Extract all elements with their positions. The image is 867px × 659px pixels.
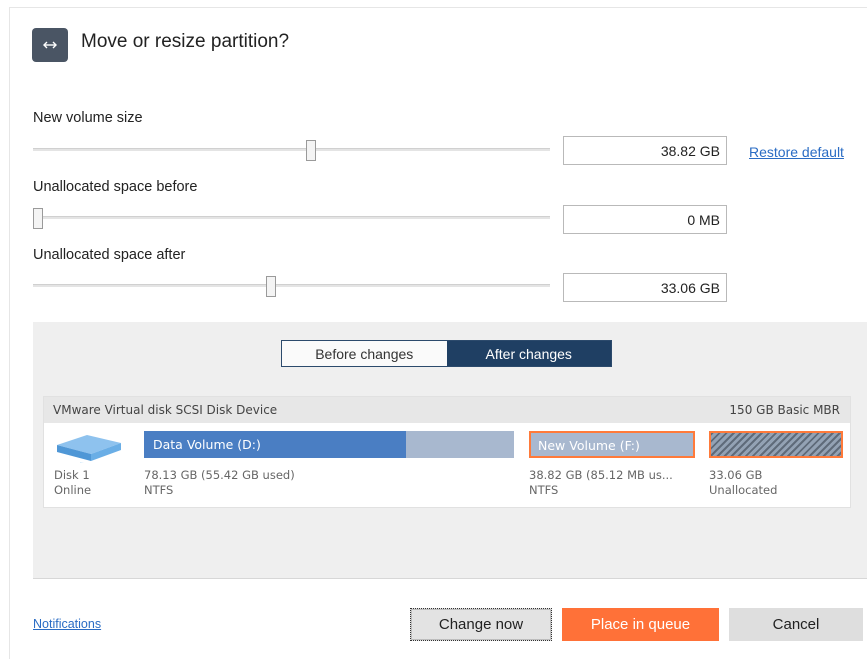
slider-track [33,216,550,219]
unallocated-before-label: Unallocated space before [33,179,198,195]
before-changes-tab[interactable]: Before changes [282,341,447,366]
partition-f-fs: NTFS [529,483,559,497]
slider-thumb[interactable] [266,276,276,297]
unallocated-after-slider[interactable] [33,276,550,297]
partition-d-name: Data Volume (D:) [153,437,261,452]
partition-f-info: 38.82 GB (85.12 MB us... NTFS [529,468,673,498]
change-now-button[interactable]: Change now [410,608,552,641]
partition-d-bar[interactable]: Data Volume (D:) [144,431,514,458]
after-changes-tab[interactable]: After changes [446,341,611,366]
restore-default-link[interactable]: Restore default [749,144,844,160]
slider-thumb[interactable] [306,140,316,161]
partition-f-name: New Volume (F:) [538,438,640,453]
partition-f-size: 38.82 GB (85.12 MB us... [529,468,673,482]
new-volume-size-label: New volume size [33,110,143,126]
disk-device-name: VMware Virtual disk SCSI Disk Device [53,403,278,417]
unallocated-fs: Unallocated [709,483,778,497]
unallocated-before-input[interactable]: 0 MB [563,205,727,234]
unallocated-bar[interactable] [709,431,843,458]
partition-d-size: 78.13 GB (55.42 GB used) [144,468,295,482]
disk-header: VMware Virtual disk SCSI Disk Device 150… [44,397,850,423]
partition-f-bar[interactable]: New Volume (F:) [529,431,695,458]
unallocated-size: 33.06 GB [709,468,763,482]
disk-name: Disk 1 [54,468,90,482]
unallocated-after-label: Unallocated space after [33,247,186,263]
partition-d-fs: NTFS [144,483,174,497]
cancel-button[interactable]: Cancel [729,608,863,641]
notifications-link[interactable]: Notifications [33,617,101,631]
unallocated-before-slider[interactable] [33,208,550,229]
partition-d-info: 78.13 GB (55.42 GB used) NTFS [144,468,295,498]
disk-card: VMware Virtual disk SCSI Disk Device 150… [43,396,851,508]
unallocated-info: 33.06 GB Unallocated [709,468,777,498]
hard-disk-icon [54,427,124,468]
dialog-title: Move or resize partition? [81,31,290,52]
resize-arrows-icon [32,28,68,62]
disk-status: Online [54,483,92,497]
unallocated-after-input[interactable]: 33.06 GB [563,273,727,302]
slider-track [33,148,550,151]
place-in-queue-button[interactable]: Place in queue [562,608,719,641]
new-volume-size-input[interactable]: 38.82 GB [563,136,727,165]
disk-meta: Disk 1 Online [54,468,91,498]
disk-size-type: 150 GB Basic MBR [729,403,840,417]
view-toggle: Before changes After changes [281,340,612,367]
slider-thumb[interactable] [33,208,43,229]
slider-track [33,284,550,287]
new-volume-size-slider[interactable] [33,140,550,161]
